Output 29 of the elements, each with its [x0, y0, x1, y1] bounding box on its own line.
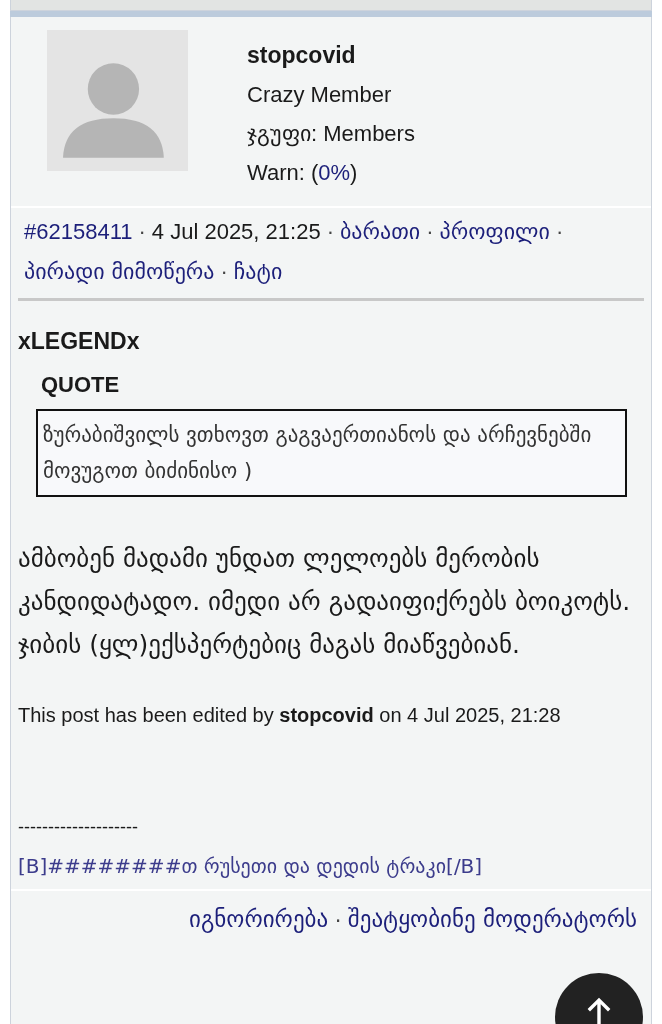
quote-author: xLEGENDx	[18, 327, 141, 356]
profile-link[interactable]: ჩატი	[233, 252, 283, 292]
username: stopcovid	[247, 41, 357, 70]
group-value: Members	[323, 121, 415, 146]
warn-paren: )	[350, 160, 358, 185]
quote-label: QUOTE	[41, 371, 121, 399]
warn-label: Warn:	[247, 160, 305, 185]
separator-dot: ·	[555, 218, 564, 246]
profile-link[interactable]: ბარათი	[339, 212, 421, 252]
separator-dot: ·	[138, 218, 146, 246]
separator-dot: ·	[220, 258, 228, 286]
edit-note: This post has been edited by stopcovid on 4 Jul 2025, 21:28	[18, 704, 562, 727]
warn-level-link[interactable]: 0%	[318, 160, 351, 185]
signature-text: [B]########თ რუსეთი და დედის ტრაკი[/B]	[18, 853, 484, 880]
separator-dot: ·	[326, 218, 334, 246]
post-id-link[interactable]: #62158411	[24, 212, 133, 252]
moderation-link[interactable]: იგნორირება	[189, 899, 329, 939]
member-rank: Crazy Member	[247, 81, 393, 109]
quote-text: ზურაბიშვილს ვთხოვთ გაგვაერთიანოს და არჩევნებში მოვუგოთ ბიძინისო )	[36, 409, 627, 497]
signature-rule: --------------------	[18, 816, 139, 839]
post-text: ამბობენ მადამი უნდათ ლელოებს მერობის კანდიდატადო. იმედი არ გადაიფიქრებს ბოიკოტს. ჯიბის (ყლ)ექსპერტებიც მაგას მიაწვებიან.	[18, 543, 632, 661]
group-label: ჯგუფი:	[247, 121, 318, 146]
moderation-link[interactable]: შეატყობინე მოდერატორს	[347, 899, 637, 939]
post-date: 4 Jul 2025, 21:25	[151, 218, 321, 246]
profile-link[interactable]: პირადი მიმოწერა	[24, 252, 215, 292]
separator-dot: ·	[334, 905, 342, 934]
warn-paren: (	[311, 160, 319, 185]
profile-link[interactable]: პროფილი	[439, 212, 550, 252]
separator-dot: ·	[426, 218, 434, 246]
